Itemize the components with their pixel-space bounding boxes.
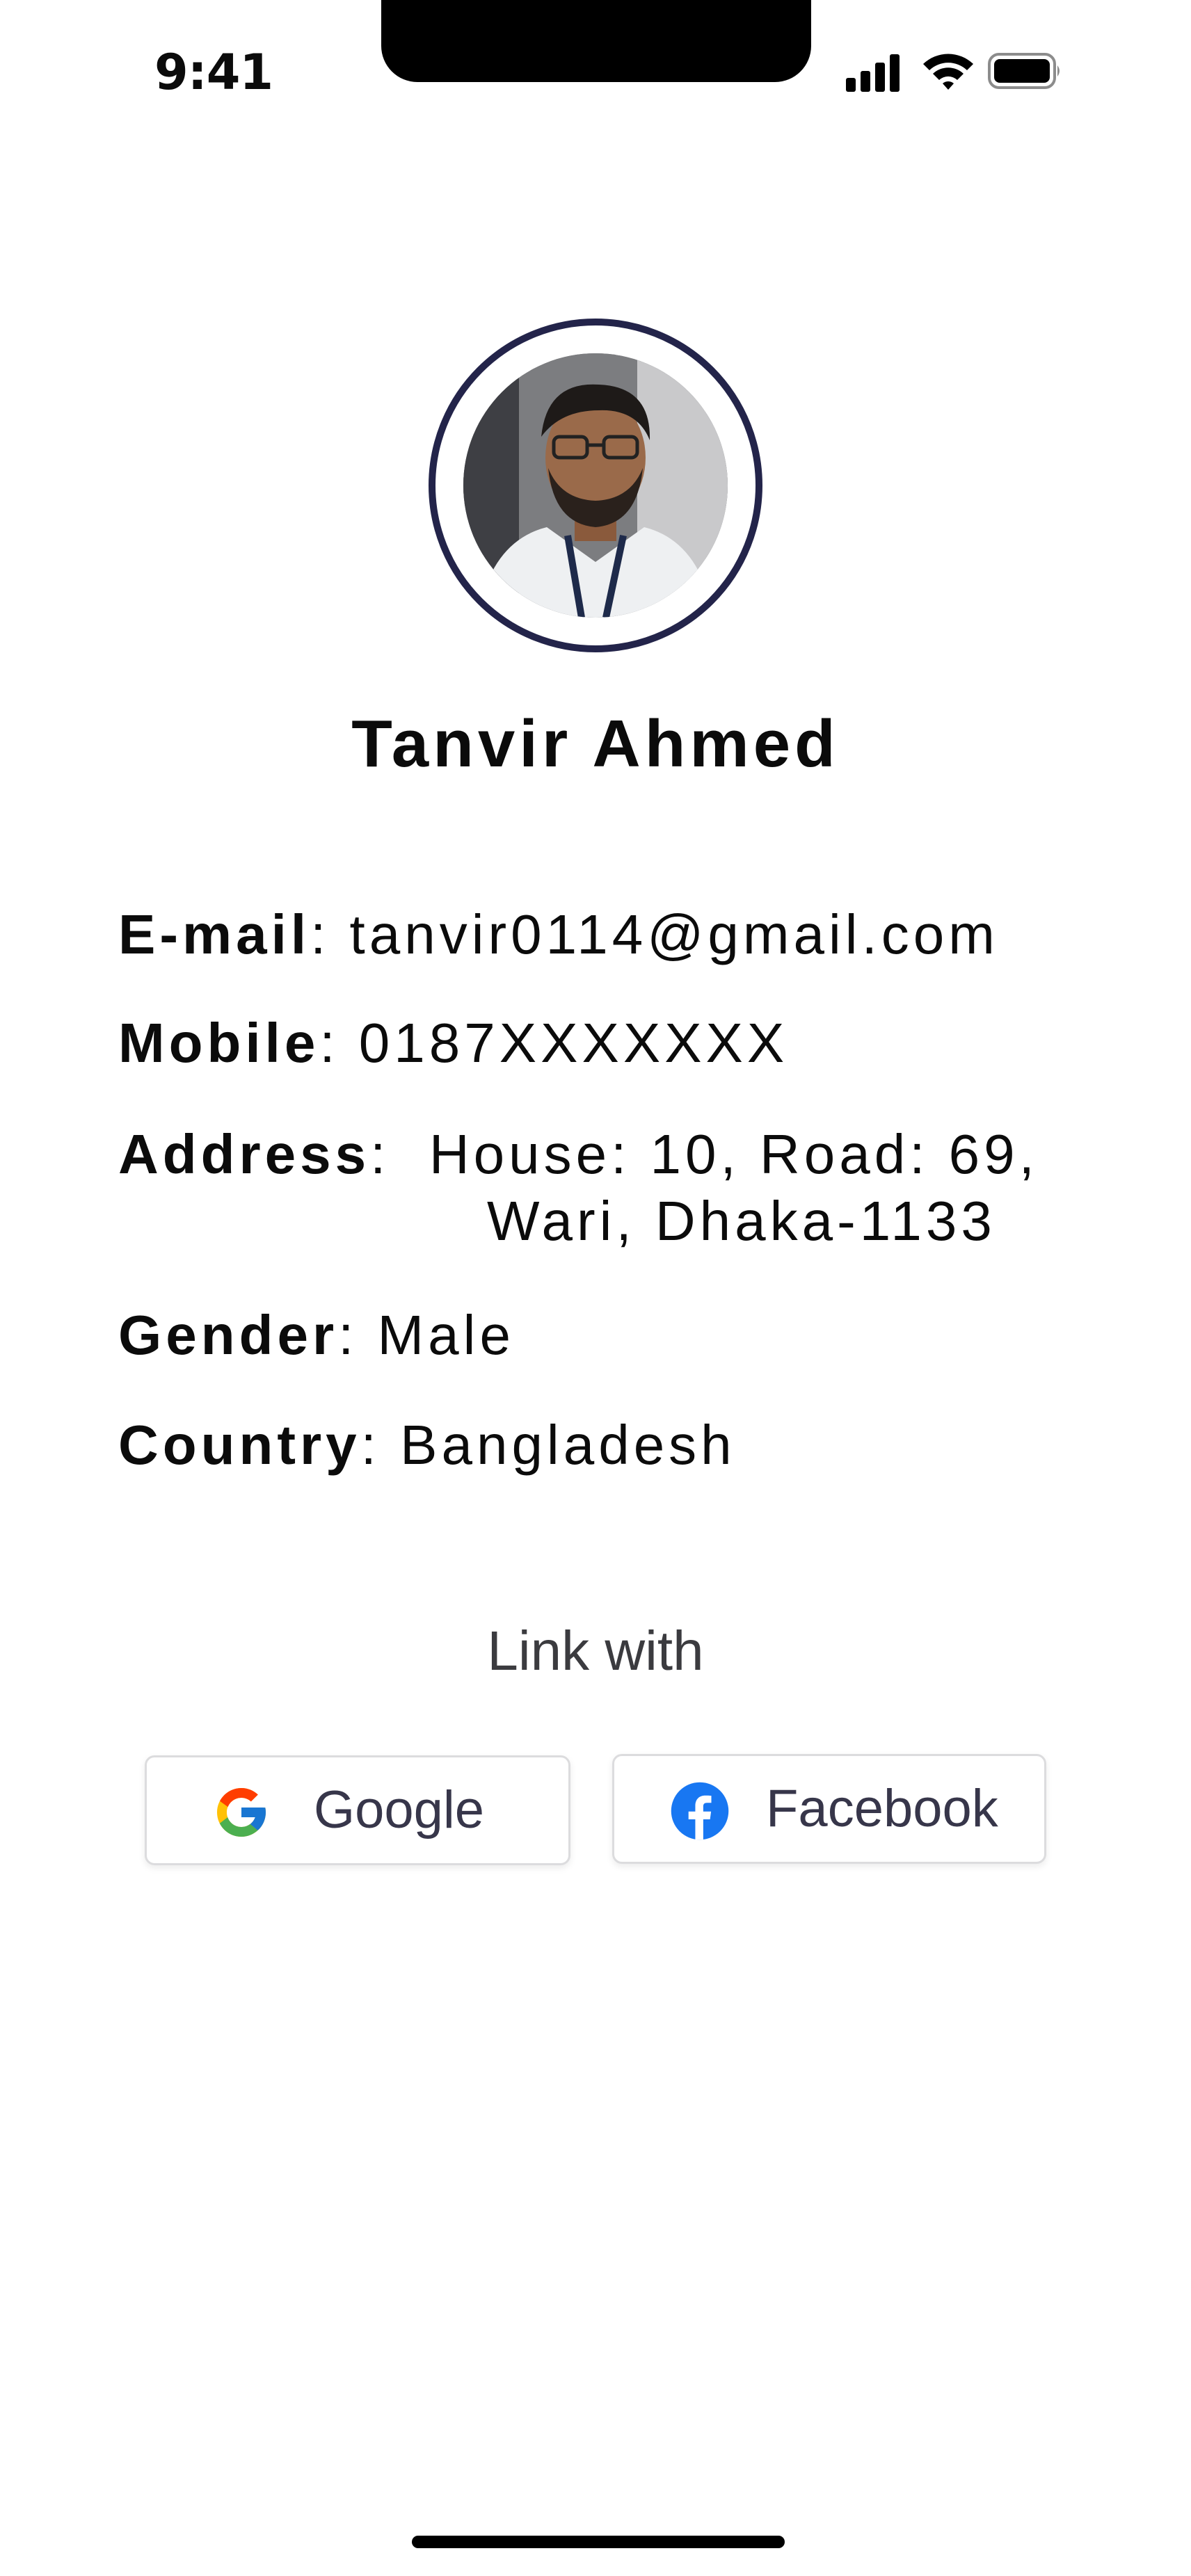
status-time: 9:41 [154, 44, 273, 101]
device-notch [381, 0, 811, 82]
gender-separator: : [338, 1304, 378, 1366]
profile-name: Tanvir Ahmed [351, 707, 840, 781]
mobile-separator: : [319, 1012, 359, 1074]
mobile-value: 0187XXXXXXX [358, 1012, 789, 1074]
mobile-row: Mobile: 0187XXXXXXX [118, 1010, 788, 1077]
link-with-heading: Link with [487, 1620, 704, 1682]
address-label: Address [118, 1123, 371, 1185]
home-indicator[interactable] [412, 2536, 785, 2548]
avatar-ring [429, 319, 762, 652]
country-value: Bangladesh [400, 1414, 736, 1476]
mobile-label: Mobile [118, 1012, 320, 1074]
address-row: Address: House: 10, Road: 69, [118, 1121, 1039, 1188]
battery-icon [988, 51, 1063, 90]
country-separator: : [360, 1414, 401, 1476]
facebook-link-button[interactable]: Facebook [612, 1754, 1046, 1864]
google-link-button[interactable]: Google [145, 1755, 570, 1865]
google-button-label: Google [314, 1780, 485, 1840]
google-icon [212, 1783, 271, 1842]
email-separator: : [310, 903, 350, 965]
email-row: E-mail: tanvir0114@gmail.com [118, 901, 999, 968]
facebook-icon [669, 1780, 731, 1842]
avatar-photo [463, 353, 728, 618]
country-row: Country: Bangladesh [118, 1412, 736, 1479]
facebook-button-label: Facebook [766, 1779, 998, 1838]
gender-row: Gender: Male [118, 1302, 515, 1369]
signal-icon [846, 53, 900, 92]
wifi-icon [921, 50, 975, 92]
status-icons [846, 50, 1066, 96]
email-value: tanvir0114@gmail.com [349, 903, 999, 965]
avatar[interactable] [463, 353, 728, 618]
address-line1: House: 10, Road: 69, [429, 1123, 1039, 1185]
email-label: E-mail [118, 903, 311, 965]
gender-value: Male [377, 1304, 515, 1366]
country-label: Country [118, 1414, 361, 1476]
gender-label: Gender [118, 1304, 339, 1366]
address-line2: Wari, Dhaka-1133 [487, 1190, 996, 1252]
address-separator: : [370, 1123, 429, 1185]
